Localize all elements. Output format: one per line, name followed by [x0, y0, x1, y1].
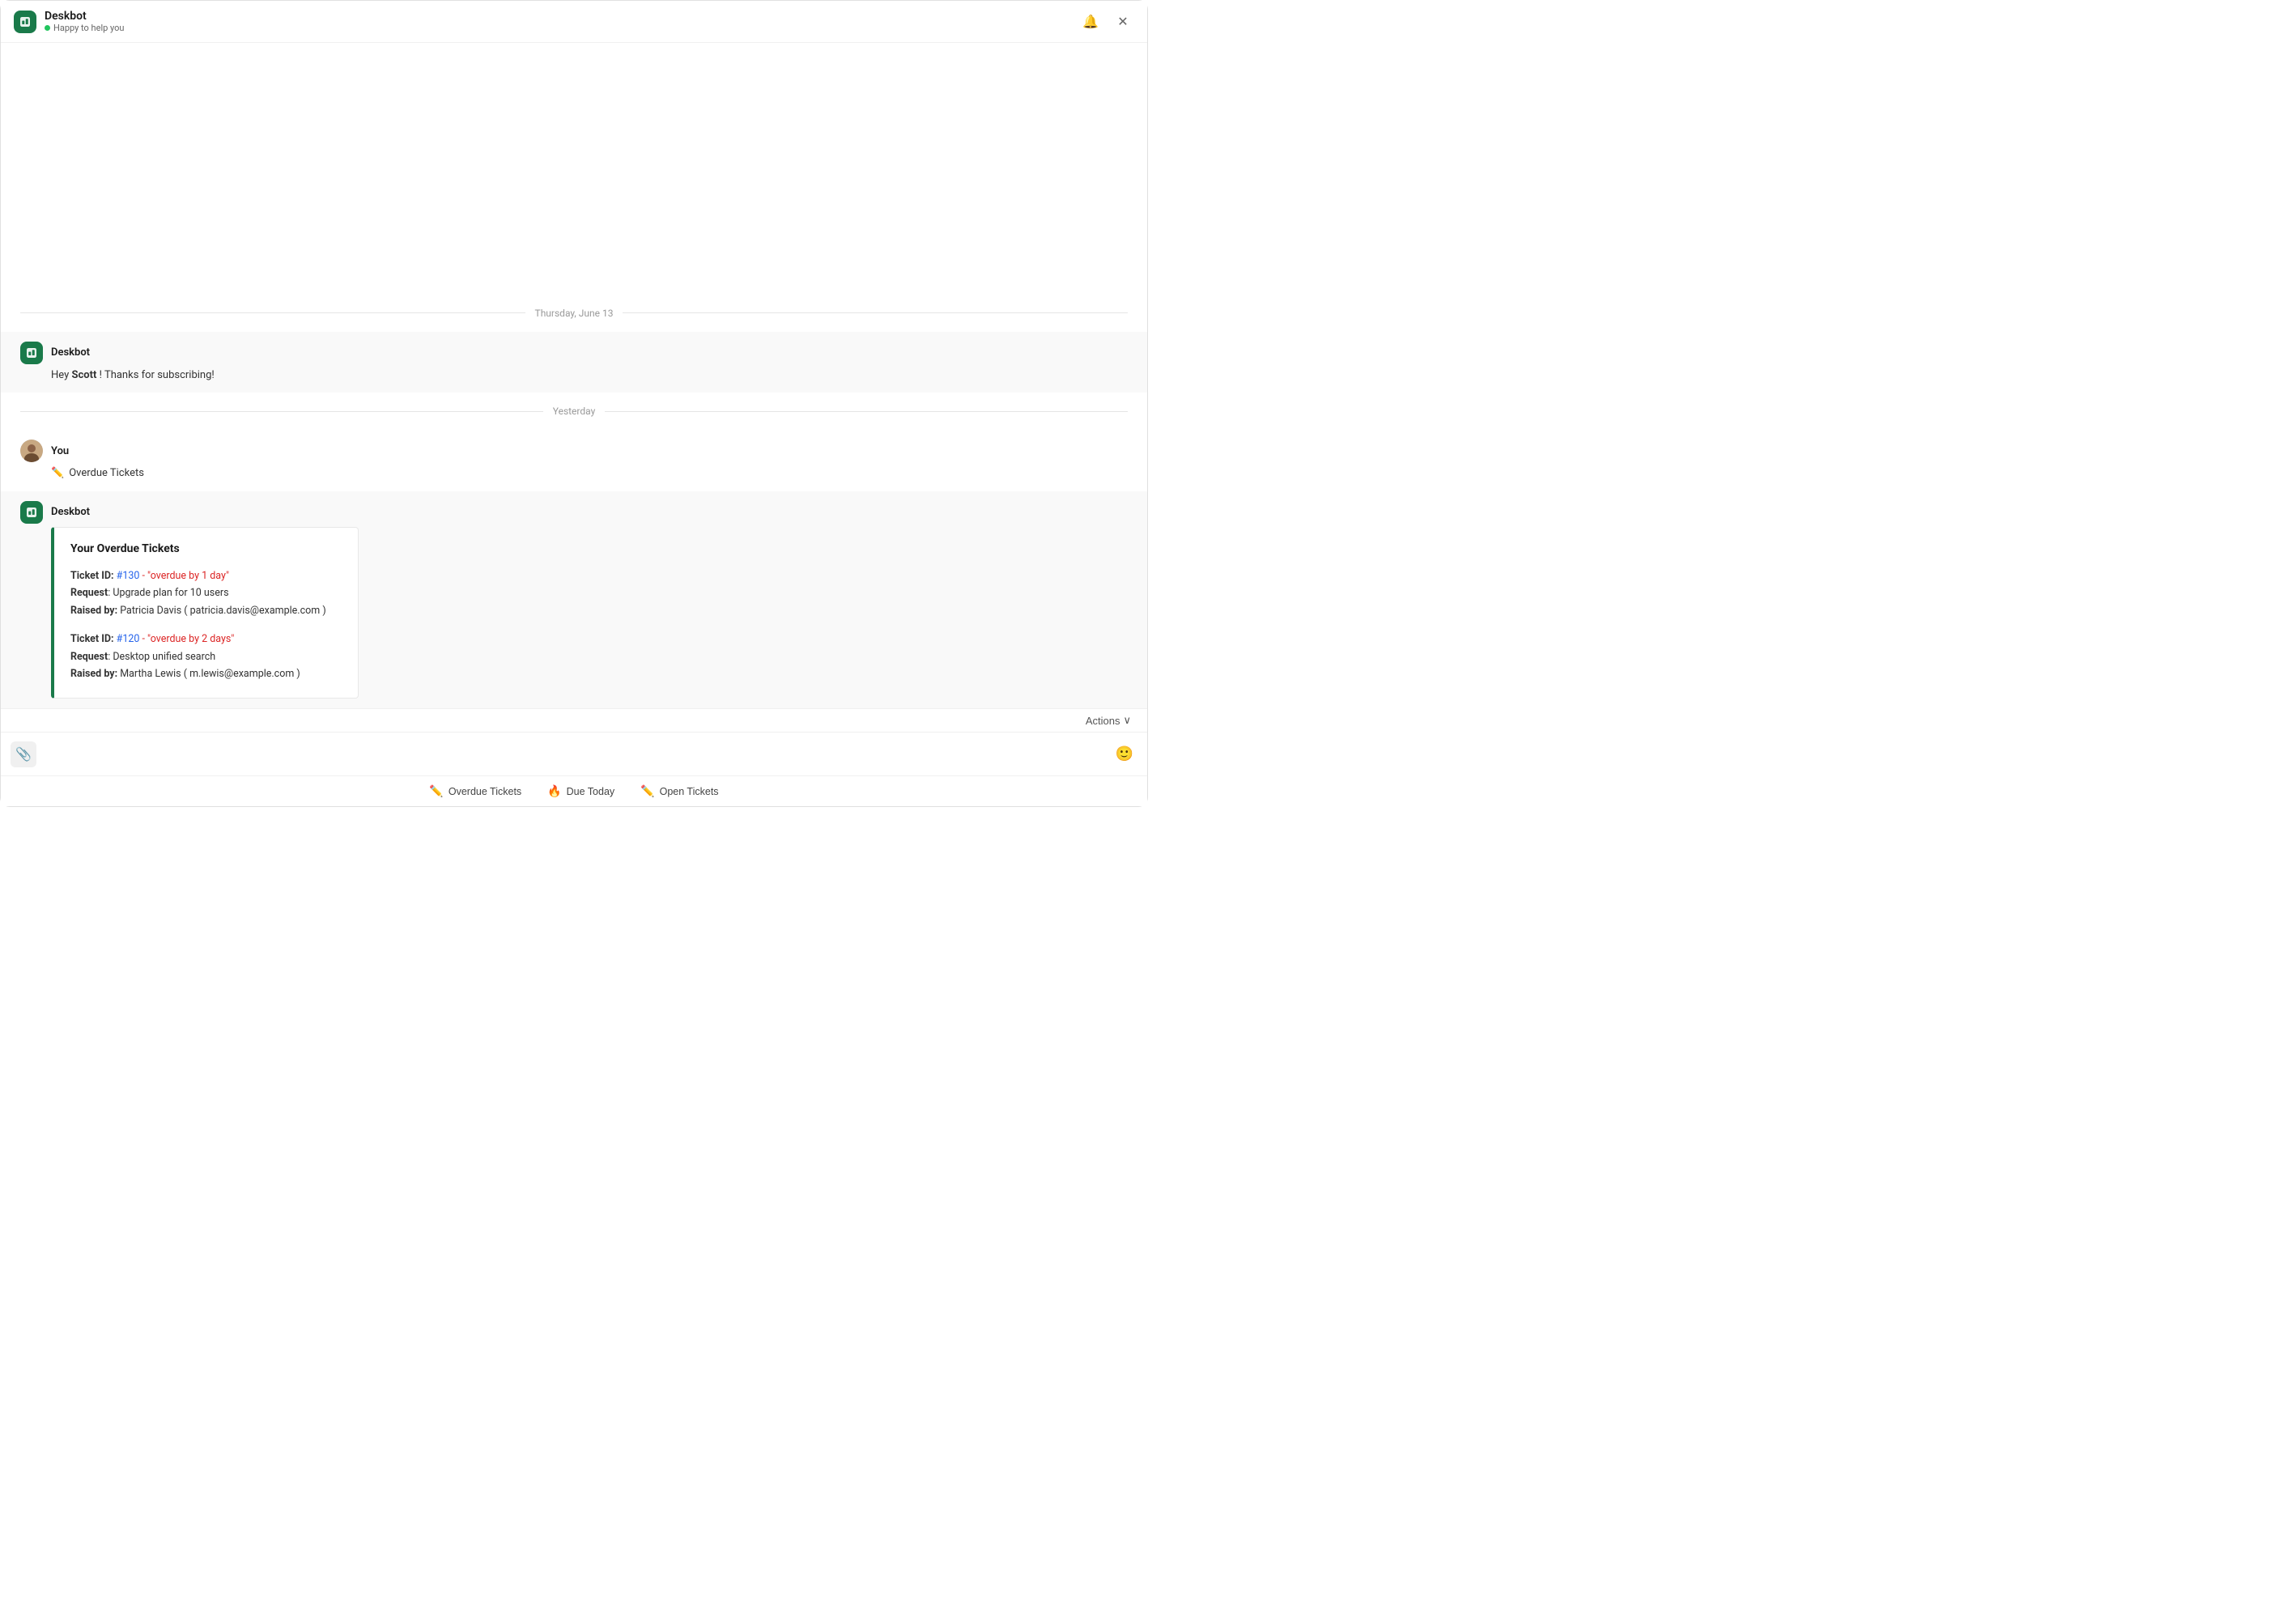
raised-text-2: Martha Lewis ( m.lewis@example.com ) — [120, 668, 300, 680]
deskbot-sender-name-2: Deskbot — [51, 506, 90, 518]
status-text: Happy to help you — [53, 23, 124, 33]
separator-line-right-2 — [605, 411, 1128, 412]
message-row-deskbot-1: Deskbot Hey Scott ! Thanks for subscribi… — [1, 332, 1147, 393]
overdue-icon: ✏️ — [429, 784, 443, 798]
command-text: Overdue Tickets — [69, 465, 144, 482]
ticket-command: ✏️ Overdue Tickets — [51, 465, 1128, 482]
open-tickets-label: Open Tickets — [660, 786, 719, 797]
message-text-1: Hey Scott ! Thanks for subscribing! — [51, 367, 1128, 384]
attach-button[interactable]: 📎 — [11, 741, 36, 767]
deskbot-logo-icon — [14, 11, 36, 33]
request-text-1: : Upgrade plan for 10 users — [108, 587, 228, 599]
chat-area: Thursday, June 13 Deskbot Hey Scott ! Th… — [1, 43, 1147, 708]
request-line-2: Request: Desktop unified search — [70, 650, 342, 665]
separator-line-right — [623, 312, 1128, 313]
raised-line-1: Raised by: Patricia Davis ( patricia.dav… — [70, 604, 342, 619]
message-row-deskbot-2: Deskbot Your Overdue Tickets Ticket ID: … — [1, 491, 1147, 709]
deskbot-sender-name-1: Deskbot — [51, 346, 90, 359]
user-sender-line: You — [20, 440, 1128, 462]
raised-text-1: Patricia Davis ( patricia.davis@example.… — [120, 605, 325, 617]
raised-line-2: Raised by: Martha Lewis ( m.lewis@exampl… — [70, 667, 342, 682]
paperclip-icon: 📎 — [15, 746, 32, 762]
request-text-2: : Desktop unified search — [108, 651, 215, 663]
user-name: Scott — [71, 369, 96, 381]
actions-bar: Actions ∨ — [1, 708, 1147, 732]
date-separator-2: Yesterday — [1, 393, 1147, 430]
header-status: Happy to help you — [45, 23, 124, 33]
date-text-2: Yesterday — [553, 406, 596, 417]
ticket-id-line-2: Ticket ID: #120 - "overdue by 2 days" — [70, 632, 342, 648]
header-left: Deskbot Happy to help you — [14, 10, 124, 33]
separator-line-left-2 — [20, 411, 543, 412]
sender-line: Deskbot — [20, 342, 1128, 364]
message-input[interactable] — [36, 743, 1112, 765]
bot-name: Deskbot — [45, 10, 124, 23]
greeting-text: Hey Scott ! Thanks for subscribing! — [51, 369, 215, 381]
actions-button[interactable]: Actions ∨ — [1086, 714, 1131, 727]
quick-action-overdue-tickets[interactable]: ✏️ Overdue Tickets — [429, 784, 521, 798]
actions-label: Actions — [1086, 715, 1120, 727]
header-info: Deskbot Happy to help you — [45, 10, 124, 33]
raised-label-2: Raised by: — [70, 668, 120, 680]
overdue-label: Overdue Tickets — [449, 786, 521, 797]
due-today-label: Due Today — [567, 786, 615, 797]
notification-icon: 🔔 — [1082, 14, 1099, 30]
quick-actions-bar: ✏️ Overdue Tickets 🔥 Due Today ✏️ Open T… — [1, 775, 1147, 806]
chat-header: Deskbot Happy to help you 🔔 ✕ — [1, 1, 1147, 43]
empty-space — [1, 43, 1147, 295]
ticket-id-label-2: Ticket ID: — [70, 633, 117, 645]
overdue-text-2: - "overdue by 2 days" — [139, 633, 234, 645]
chevron-down-icon: ∨ — [1123, 714, 1131, 727]
ticket-id-link-1[interactable]: #130 — [117, 570, 140, 582]
emoji-icon: 🙂 — [1116, 745, 1133, 762]
notification-button[interactable]: 🔔 — [1079, 11, 1102, 33]
ticket-id-link-2[interactable]: #120 — [117, 633, 140, 645]
due-today-icon: 🔥 — [547, 784, 561, 798]
user-avatar — [20, 440, 43, 462]
date-text-1: Thursday, June 13 — [535, 308, 614, 319]
date-separator-1: Thursday, June 13 — [1, 295, 1147, 332]
raised-label-1: Raised by: — [70, 605, 120, 617]
deskbot-card-content: Your Overdue Tickets Ticket ID: #130 - "… — [51, 527, 1128, 699]
overdue-text-1: - "overdue by 1 day" — [139, 570, 229, 582]
input-area: 📎 🙂 — [1, 732, 1147, 775]
quick-action-due-today[interactable]: 🔥 Due Today — [547, 784, 614, 798]
request-label-2: Request — [70, 651, 108, 663]
emoji-button[interactable]: 🙂 — [1112, 741, 1137, 767]
message-row-user: You ✏️ Overdue Tickets — [1, 430, 1147, 491]
overdue-card: Your Overdue Tickets Ticket ID: #130 - "… — [51, 527, 359, 699]
status-dot-icon — [45, 25, 50, 31]
close-icon: ✕ — [1117, 14, 1128, 30]
open-tickets-icon: ✏️ — [640, 784, 654, 798]
ticket-id-line-1: Ticket ID: #130 - "overdue by 1 day" — [70, 569, 342, 584]
ticket-id-label-1: Ticket ID: — [70, 570, 117, 582]
ticket-entry-1: Ticket ID: #130 - "overdue by 1 day" Req… — [70, 569, 342, 619]
header-actions: 🔔 ✕ — [1079, 11, 1134, 33]
pencil-icon: ✏️ — [51, 465, 64, 482]
deskbot-avatar-1 — [20, 342, 43, 364]
request-label-1: Request — [70, 587, 108, 599]
deskbot-avatar-2 — [20, 501, 43, 524]
user-message-content: ✏️ Overdue Tickets — [51, 465, 1128, 482]
close-button[interactable]: ✕ — [1112, 11, 1134, 33]
card-title: Your Overdue Tickets — [70, 541, 342, 558]
request-line-1: Request: Upgrade plan for 10 users — [70, 586, 342, 601]
quick-action-open-tickets[interactable]: ✏️ Open Tickets — [640, 784, 718, 798]
deskbot-sender-line-2: Deskbot — [20, 501, 1128, 524]
ticket-entry-2: Ticket ID: #120 - "overdue by 2 days" Re… — [70, 632, 342, 682]
separator-line-left — [20, 312, 525, 313]
user-sender-name: You — [51, 445, 69, 457]
